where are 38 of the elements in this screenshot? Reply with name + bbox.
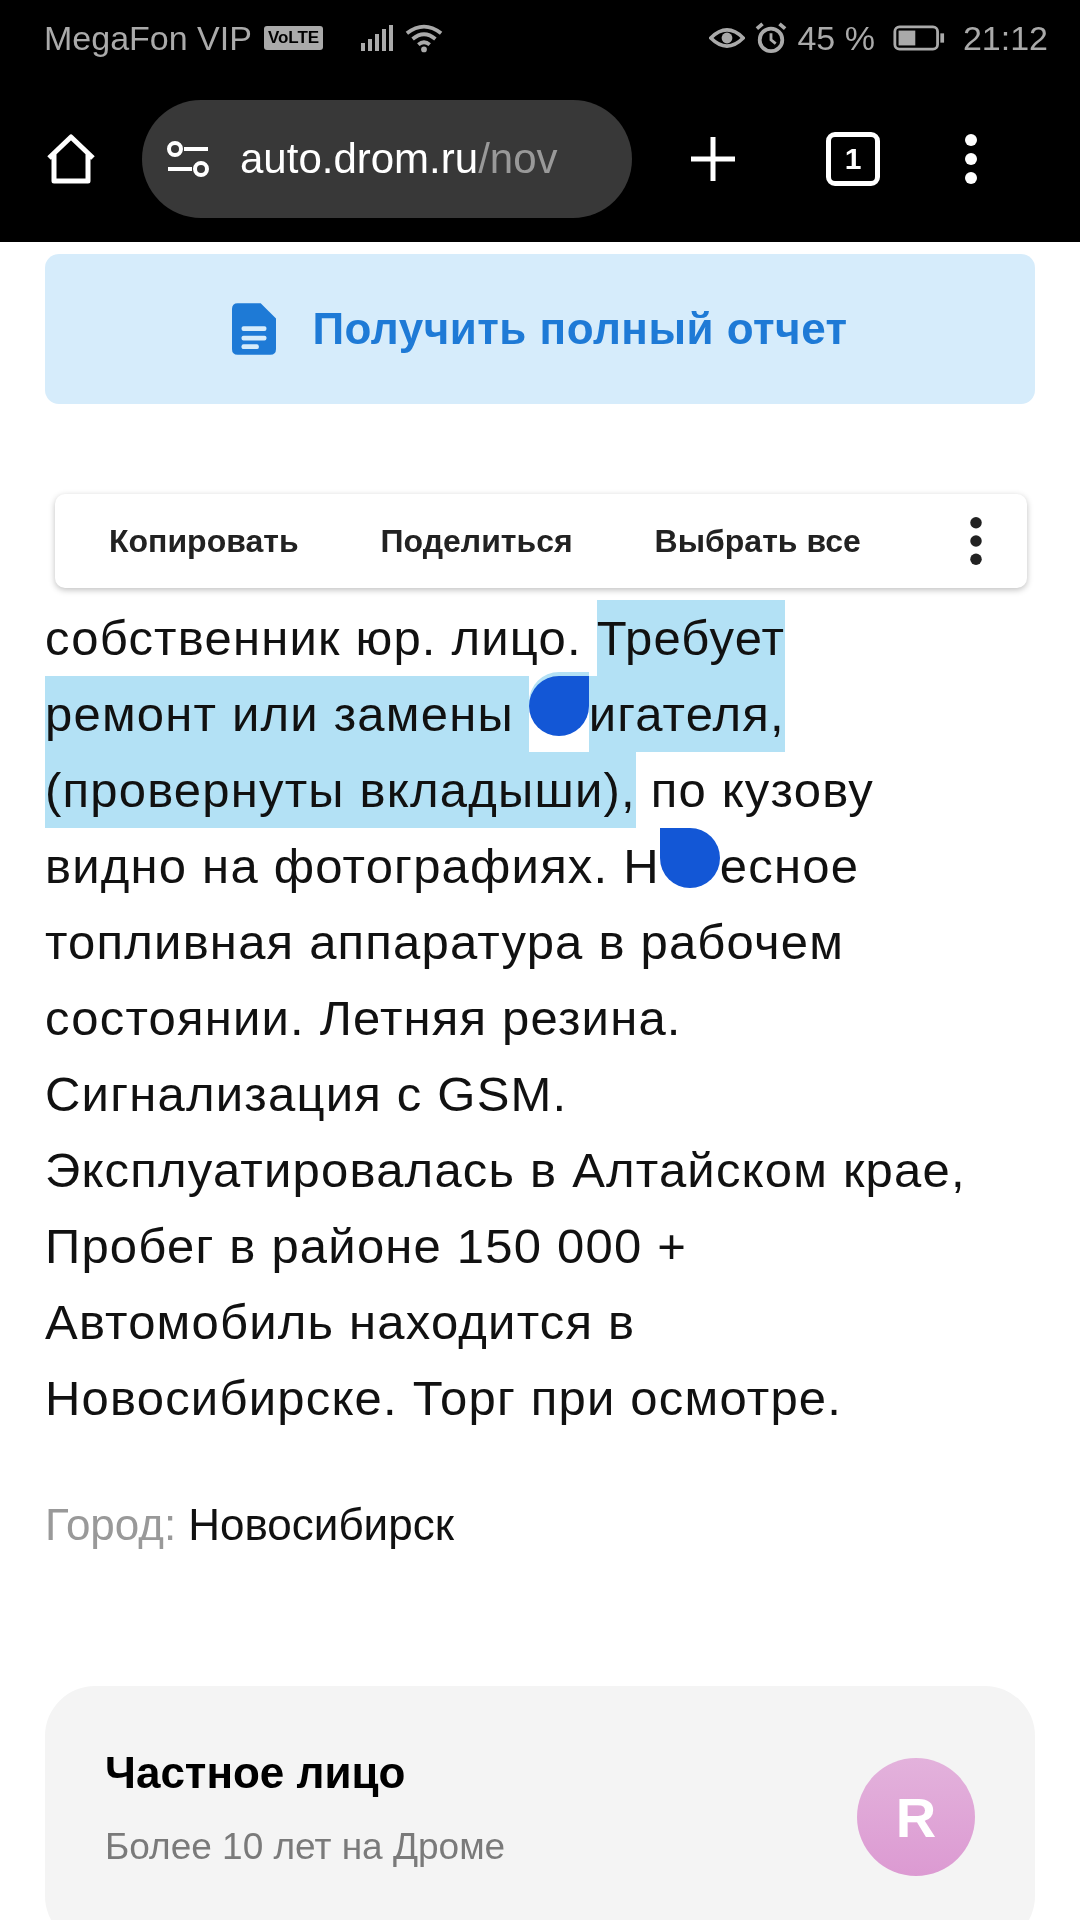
description-line: собственник юр. лицо. Требует	[45, 600, 1035, 676]
description-line: состоянии. Летняя резина.	[45, 990, 683, 1047]
description-line: Пробег в районе 150 000 +	[45, 1218, 689, 1275]
selection-end-handle[interactable]	[659, 828, 720, 888]
seller-experience: Более 10 лет на Дроме	[105, 1826, 507, 1868]
url-text: auto.drom.ru/nov	[240, 135, 558, 183]
menu-icon[interactable]	[964, 134, 978, 184]
description-line: Сигнализация с GSM.	[45, 1066, 569, 1123]
seller-avatar: R	[857, 1758, 975, 1876]
document-icon	[232, 303, 277, 355]
wifi-icon	[405, 23, 444, 53]
address-bar[interactable]: auto.drom.ru/nov	[142, 100, 632, 218]
description-line: ремонт или замены игателя,	[45, 676, 1035, 752]
battery-percent: 45 %	[797, 18, 875, 58]
description-line: Эксплуатировалась в Алтайском крае,	[45, 1142, 967, 1199]
description-line: Автомобиль находится в	[45, 1294, 637, 1351]
report-button[interactable]: Получить полный отчет	[45, 254, 1035, 404]
description-line: видно на фотографиях. Н есное	[45, 828, 1035, 904]
description-line: Новосибирске. Торг при осмотре.	[45, 1370, 844, 1427]
site-settings-icon[interactable]	[166, 141, 210, 177]
alarm-icon	[755, 22, 788, 54]
tab-count-button[interactable]: 1	[826, 132, 880, 186]
seller-type: Частное лицо	[105, 1748, 407, 1798]
new-tab-icon[interactable]	[688, 134, 738, 184]
city-label: Город:	[45, 1500, 177, 1550]
menu-action[interactable]: Поделиться	[356, 522, 597, 560]
eye-icon	[709, 25, 746, 51]
carrier-name: MegaFon VIP	[44, 18, 252, 58]
menu-action[interactable]: Выбрать все	[630, 522, 885, 560]
menu-action[interactable]: Копировать	[85, 522, 323, 560]
description-line: топливная аппаратура в рабочем	[45, 914, 846, 971]
seller-card[interactable]: Частное лицо Более 10 лет на Дроме R	[45, 1686, 1035, 1920]
signal-icon	[361, 25, 396, 51]
battery-icon	[892, 25, 945, 51]
more-options-icon[interactable]	[969, 517, 983, 565]
city-value: Новосибирск	[188, 1500, 454, 1550]
clock-time: 21:12	[962, 18, 1048, 58]
volte-badge: VoLTE	[263, 26, 324, 50]
